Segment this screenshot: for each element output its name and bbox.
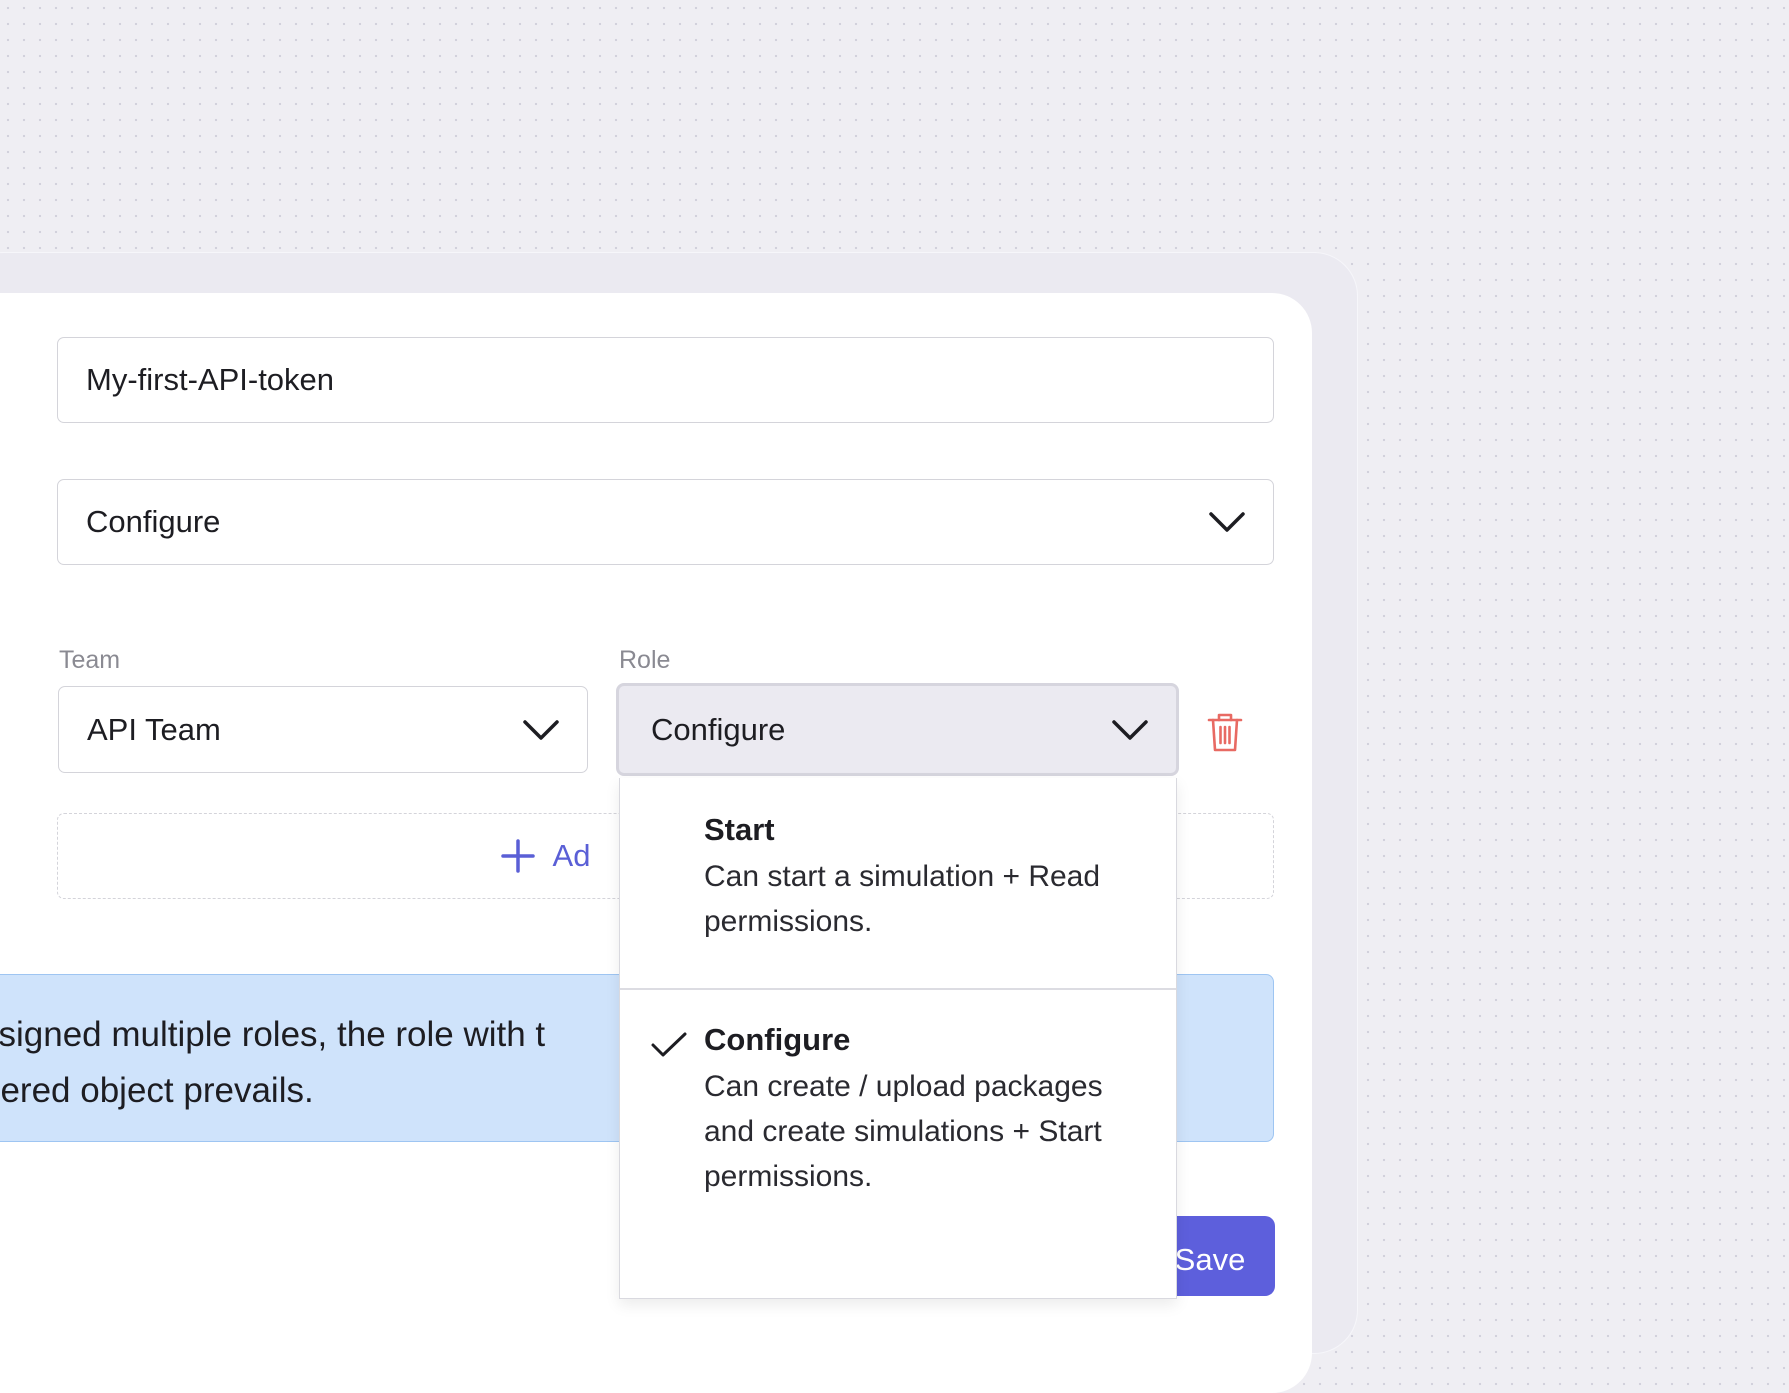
chevron-down-icon (523, 719, 559, 740)
role-select[interactable]: Configure (616, 683, 1179, 776)
trash-icon[interactable] (1205, 710, 1245, 754)
role-dropdown-menu: Start Can start a simulation + Read perm… (619, 778, 1177, 1299)
info-text-line1: ssigned multiple roles, the role with t (0, 1015, 546, 1054)
permission-select[interactable]: Configure (57, 479, 1274, 565)
role-option-configure[interactable]: Configure Can create / upload packages a… (620, 1022, 1176, 1199)
token-name-input[interactable]: My-first-API-token (57, 337, 1274, 423)
role-option-name: Start (704, 812, 775, 847)
team-select-value: API Team (87, 711, 221, 747)
role-option-description: Can start a simulation + Read permission… (704, 860, 1101, 938)
info-text-line2: dered object prevails. (0, 1071, 314, 1110)
chevron-down-icon (1209, 512, 1245, 532)
divider (620, 988, 1176, 990)
role-option-name: Configure (704, 1022, 851, 1057)
role-label: Role (619, 646, 671, 674)
role-select-value: Configure (651, 711, 786, 747)
check-icon (651, 1032, 687, 1057)
add-row-label: Ad (552, 838, 591, 873)
role-option-description: Can create / upload packages and create … (704, 1070, 1103, 1193)
permission-select-value: Configure (86, 504, 221, 539)
role-option-start[interactable]: Start Can start a simulation + Read perm… (620, 812, 1176, 944)
team-label: Team (59, 646, 121, 674)
token-name-value: My-first-API-token (86, 362, 335, 397)
team-select[interactable]: API Team (58, 686, 588, 773)
plus-icon (500, 839, 535, 873)
chevron-down-icon (1112, 719, 1148, 740)
